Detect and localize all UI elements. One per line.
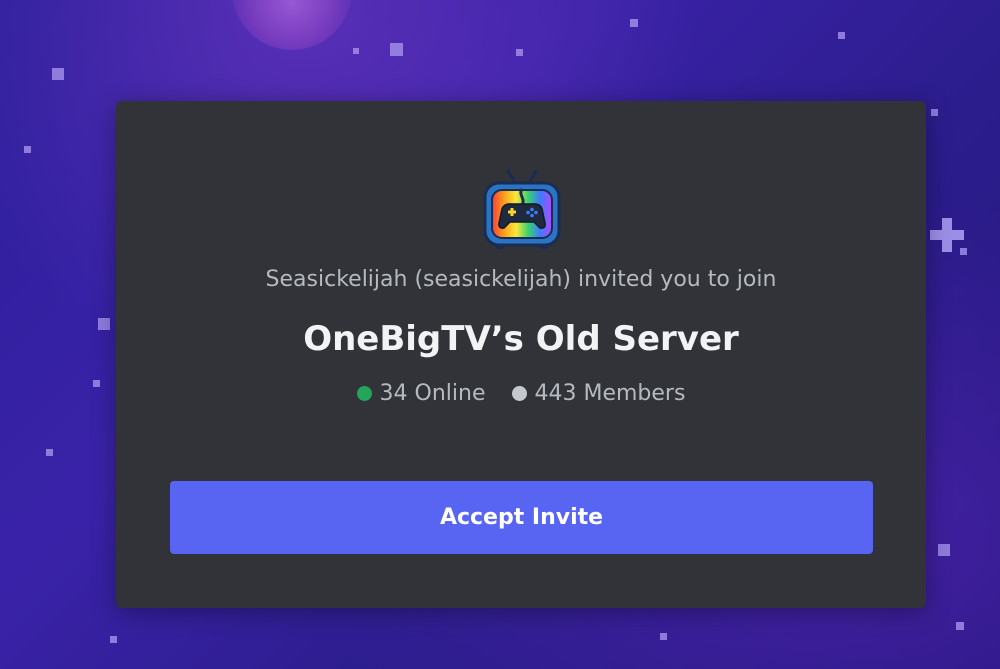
- background-star: [660, 633, 667, 640]
- background-star: [931, 109, 938, 116]
- background-star: [353, 48, 359, 54]
- member-count-stat: 443 Members: [511, 381, 686, 406]
- server-name: OneBigTV’s Old Server: [303, 319, 739, 359]
- background-star: [516, 49, 523, 56]
- online-count-label: 34 Online: [379, 381, 486, 406]
- background-star: [938, 544, 950, 556]
- background-star: [838, 32, 845, 39]
- members-status-dot: [511, 386, 527, 401]
- member-count-label: 443 Members: [534, 381, 686, 406]
- background-star: [956, 622, 964, 630]
- background-star: [24, 146, 31, 153]
- background-star: [110, 636, 117, 643]
- background-star: [52, 68, 64, 80]
- background-star: [630, 19, 638, 27]
- server-stats: 34 Online 443 Members: [116, 381, 926, 406]
- accept-invite-button[interactable]: Accept Invite: [170, 481, 873, 554]
- retro-tv-gamepad-icon: [482, 167, 562, 255]
- background-planet: [232, 0, 352, 50]
- background-star: [390, 43, 403, 56]
- background-star: [46, 449, 53, 456]
- invite-card: Seasickelijah (seasickelijah) invited yo…: [116, 101, 926, 608]
- inviter-text: Seasickelijah (seasickelijah) invited yo…: [265, 267, 777, 292]
- background-sparkle-icon: [930, 218, 964, 252]
- background-star: [98, 318, 110, 330]
- online-count-stat: 34 Online: [356, 381, 486, 406]
- online-status-dot: [356, 386, 372, 401]
- background-star: [93, 380, 100, 387]
